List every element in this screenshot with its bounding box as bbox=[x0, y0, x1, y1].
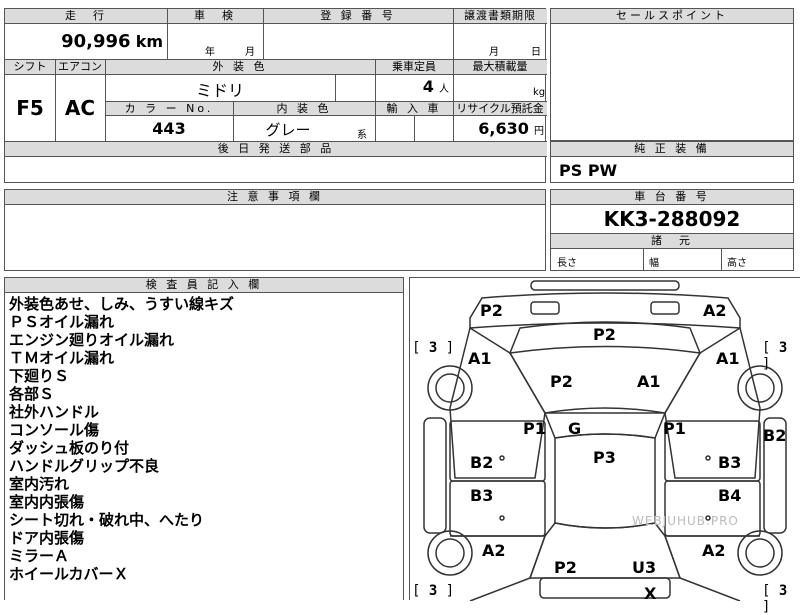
label-trunk-right: U3 bbox=[632, 558, 657, 577]
mileage-unit: km bbox=[135, 32, 163, 51]
shift-value: F5 bbox=[16, 96, 44, 120]
label-right-rear-door: B4 bbox=[718, 486, 742, 505]
interior-color-header: 内 装 色 bbox=[233, 101, 375, 116]
label-left-rear-door: B3 bbox=[470, 486, 494, 505]
note-item: コンソール傷 bbox=[9, 421, 100, 439]
mileage-value: 90,996 km bbox=[5, 24, 167, 59]
note-item: エンジン廻りオイル漏れ bbox=[9, 331, 175, 349]
exterior-color-header: 外 装 色 bbox=[105, 60, 375, 75]
note-item: 各部Ｓ bbox=[9, 385, 55, 403]
note-item: ホイールカバーＸ bbox=[9, 565, 129, 583]
note-item: ドア内張傷 bbox=[9, 529, 85, 547]
tire-right-front: [ 3 ] bbox=[762, 340, 788, 372]
sales-point-panel: セールスポイント bbox=[550, 8, 794, 141]
label-left-quarter: A2 bbox=[482, 541, 506, 560]
label-hood-right: A1 bbox=[637, 372, 661, 391]
seating-header: 乗車定員 bbox=[375, 60, 453, 75]
label-right-front-door: B3 bbox=[718, 453, 742, 472]
recycle-value: 6,630 円 bbox=[453, 119, 547, 138]
exterior-color-value: ミドリ bbox=[195, 81, 244, 100]
note-item: 室内内張傷 bbox=[9, 493, 85, 511]
aircon-value: AC bbox=[64, 96, 96, 120]
label-hood-left: P2 bbox=[550, 372, 573, 391]
recycle-unit: 円 bbox=[534, 126, 544, 137]
label-left-front-door: B2 bbox=[470, 453, 494, 472]
seating-number: 4 bbox=[422, 77, 434, 96]
equipment-value: PS PW bbox=[559, 161, 618, 180]
label-rear-bumper: X bbox=[644, 584, 657, 603]
vehicle-info-table: 走 行 車 検 登 録 番 号 譲渡書類期限 90,996 km 年 月 月 日… bbox=[4, 8, 547, 183]
label-roof: P3 bbox=[593, 448, 616, 467]
max-load-header: 最大積載量 bbox=[453, 60, 547, 75]
note-item: 室内汚れ bbox=[9, 475, 70, 493]
registration-header: 登 録 番 号 bbox=[263, 9, 453, 24]
later-parts-header: 後 日 発 送 部 品 bbox=[5, 142, 547, 157]
width-label: 幅 bbox=[649, 258, 659, 269]
note-item: 外装色あせ、しみ、うすい線キズ bbox=[9, 295, 235, 313]
color-no-header: カ ラ ー No. bbox=[105, 101, 233, 116]
tire-left-rear: [ 3 ] bbox=[412, 583, 455, 599]
car-damage-diagram: [ 3 ] [ 3 ] [ 3 ] [ 3 ] P2 A2 P2 A1 A1 P… bbox=[409, 277, 800, 615]
transfer-day: 日 bbox=[531, 47, 541, 58]
watermark: WEBJUHUB.PRO bbox=[632, 514, 739, 528]
mileage-header: 走 行 bbox=[5, 9, 167, 24]
label-right-pillar: P1 bbox=[663, 419, 686, 438]
label-left-pillar: P1 bbox=[523, 419, 546, 438]
shift-header: シフト bbox=[5, 60, 55, 75]
chassis-header: 車 台 番 号 bbox=[551, 190, 793, 205]
label-trunk-left: P2 bbox=[554, 558, 577, 577]
label-windshield: G bbox=[568, 419, 582, 438]
equipment-header: 純 正 装 備 bbox=[551, 142, 793, 157]
label-bonnet: P2 bbox=[593, 325, 616, 344]
inspector-panel: 検 査 員 記 入 欄 外装色あせ、しみ、うすい線キズ ＰＳオイル漏れ エンジン… bbox=[4, 277, 404, 600]
inspector-header: 検 査 員 記 入 欄 bbox=[5, 278, 403, 293]
inspection-header: 車 検 bbox=[167, 9, 263, 24]
recycle-header: リサイクル預託金 bbox=[453, 101, 547, 116]
max-load-unit: kg bbox=[533, 87, 546, 98]
chassis-value: KK3-288092 bbox=[603, 207, 741, 231]
inspection-year: 年 bbox=[205, 47, 215, 58]
color-no-value: 443 bbox=[152, 119, 186, 138]
label-right-sill: B2 bbox=[763, 426, 787, 445]
caution-header: 注 意 事 項 欄 bbox=[5, 190, 545, 205]
label-left-fender: A1 bbox=[468, 349, 492, 368]
aircon-header: エアコン bbox=[55, 60, 105, 75]
seating-unit: 人 bbox=[439, 84, 449, 95]
tire-left-front: [ 3 ] bbox=[412, 340, 455, 356]
label-right-fender: A1 bbox=[716, 349, 740, 368]
dimensions-header: 諸 元 bbox=[551, 233, 793, 249]
label-right-quarter: A2 bbox=[702, 541, 726, 560]
note-item: ダッシュ板のり付 bbox=[9, 439, 130, 457]
inspection-month: 月 bbox=[245, 47, 255, 58]
seating-value: 4 人 bbox=[375, 77, 453, 96]
import-header: 輸 入 車 bbox=[375, 101, 453, 116]
label-front-left: P2 bbox=[480, 301, 503, 320]
chassis-panel: 車 台 番 号 KK3-288092 諸 元 長さ 幅 高さ bbox=[550, 189, 794, 271]
note-item: 社外ハンドル bbox=[9, 403, 100, 421]
note-item: シート切れ・破れ中、へたり bbox=[9, 511, 205, 529]
recycle-number: 6,630 bbox=[478, 119, 529, 138]
interior-color-suffix: 系 bbox=[357, 130, 367, 141]
transfer-deadline-header: 譲渡書類期限 bbox=[453, 9, 547, 24]
mileage-number: 90,996 bbox=[61, 31, 131, 52]
tire-right-rear: [ 3 ] bbox=[762, 583, 788, 615]
length-label: 長さ bbox=[557, 258, 577, 269]
note-item: 下廻りＳ bbox=[9, 367, 70, 385]
caution-panel: 注 意 事 項 欄 bbox=[4, 189, 546, 271]
equipment-panel: 純 正 装 備 PS PW bbox=[550, 141, 794, 183]
interior-color-value: グレー bbox=[265, 121, 311, 139]
note-item: ＴＭオイル漏れ bbox=[9, 349, 115, 367]
label-front-right: A2 bbox=[703, 301, 727, 320]
note-item: ハンドルグリップ不良 bbox=[9, 457, 160, 475]
note-item: ＰＳオイル漏れ bbox=[9, 313, 115, 331]
transfer-month: 月 bbox=[489, 47, 499, 58]
sales-point-header: セールスポイント bbox=[551, 9, 793, 24]
note-item: ミラーＡ bbox=[9, 547, 70, 565]
inspector-notes: 外装色あせ、しみ、うすい線キズ ＰＳオイル漏れ エンジン廻りオイル漏れ ＴＭオイ… bbox=[5, 293, 403, 585]
height-label: 高さ bbox=[727, 258, 747, 269]
